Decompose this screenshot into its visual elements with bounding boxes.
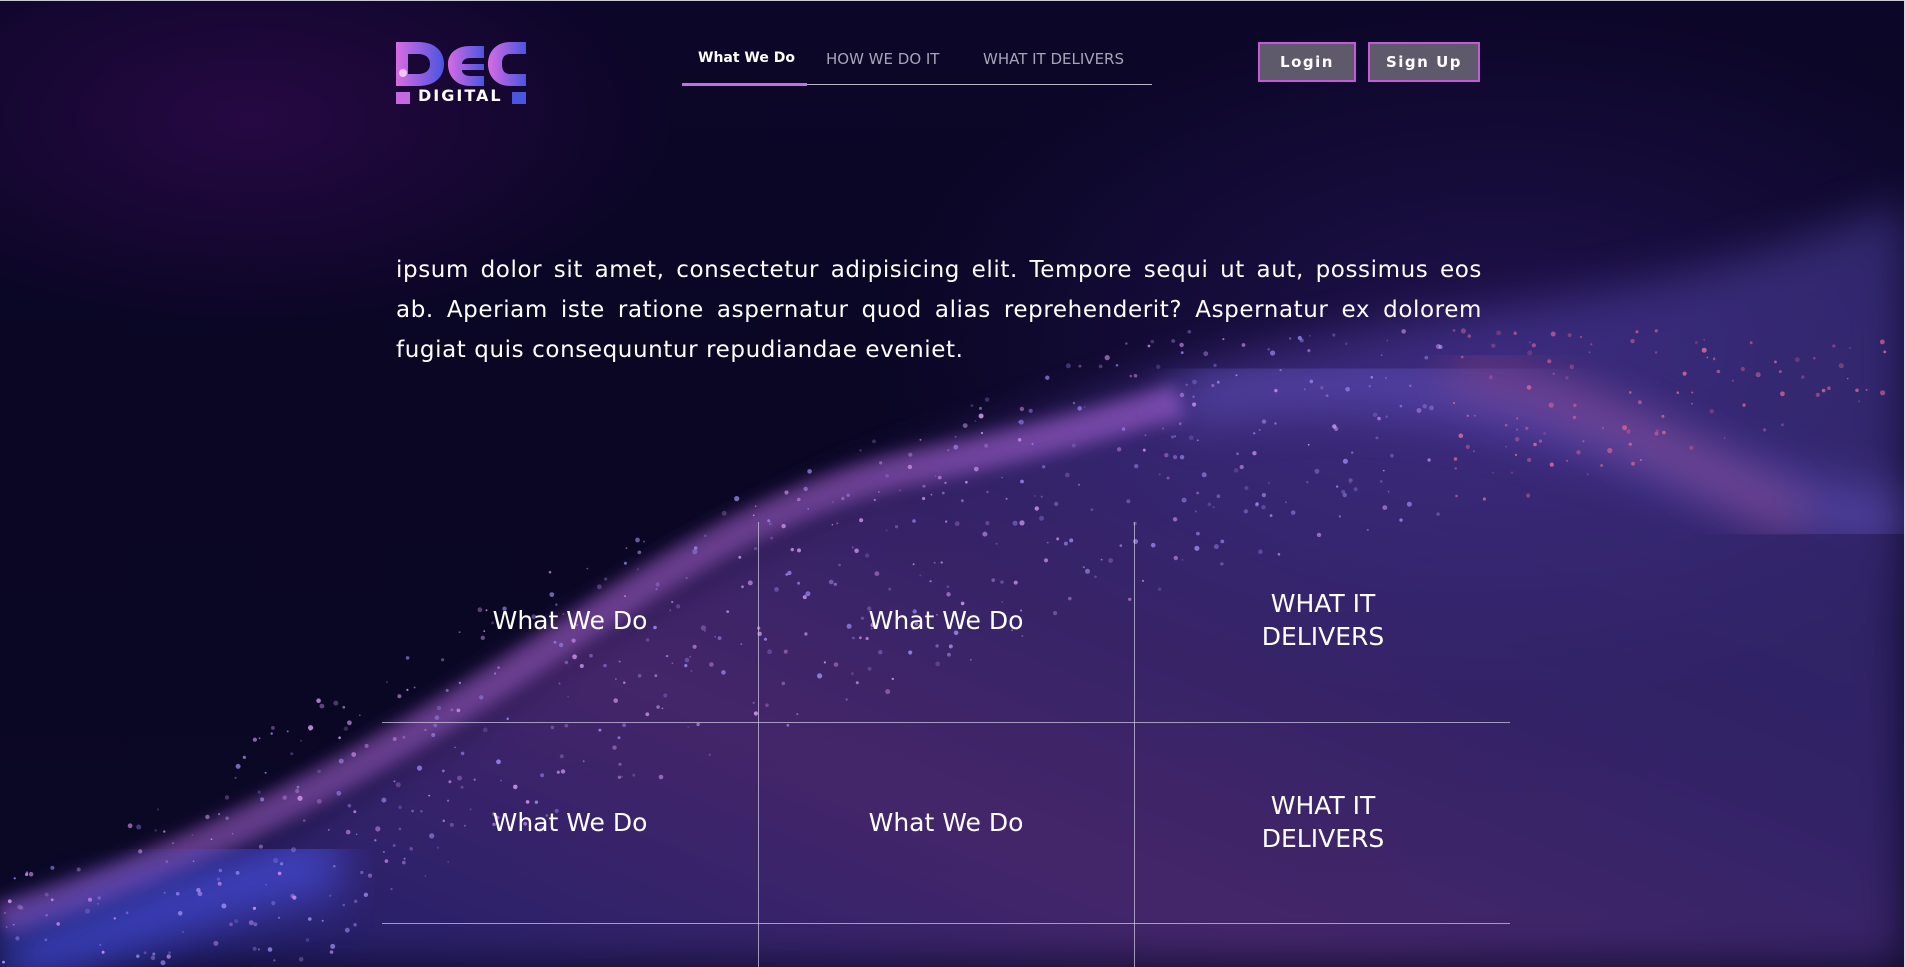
grid-cell-what-it-delivers[interactable]: WHAT IT DELIVERS — [1135, 722, 1511, 922]
grid-divider-horizontal-2 — [382, 923, 1510, 924]
nav-tab-what-it-delivers[interactable]: WHAT IT DELIVERS — [983, 50, 1124, 82]
nav-tab-what-we-do[interactable]: What We Do — [698, 50, 795, 82]
login-button[interactable]: Login — [1258, 42, 1356, 82]
grid-cell-what-we-do[interactable]: What We Do — [758, 520, 1134, 720]
intro-paragraph: ipsum dolor sit amet, consectetur adipis… — [396, 257, 1482, 363]
main-nav: What We Do HOW WE DO IT WHAT IT DELIVERS — [682, 40, 1152, 86]
nav-tab-how-we-do-it[interactable]: HOW WE DO IT — [826, 50, 939, 82]
grid-cell-what-it-delivers[interactable]: WHAT IT DELIVERS — [1135, 520, 1511, 720]
grid-cell-what-we-do[interactable]: What We Do — [382, 520, 758, 720]
logo-wordmark: DIGITAL — [418, 86, 503, 105]
top-border — [0, 0, 1906, 1]
signup-button[interactable]: Sign Up — [1368, 42, 1480, 82]
grid-cell-what-we-do[interactable]: What We Do — [382, 722, 758, 922]
nav-active-indicator — [682, 83, 807, 86]
brand-logo[interactable]: DIGITAL — [396, 40, 526, 106]
grid-cell-what-we-do[interactable]: What We Do — [758, 722, 1134, 922]
